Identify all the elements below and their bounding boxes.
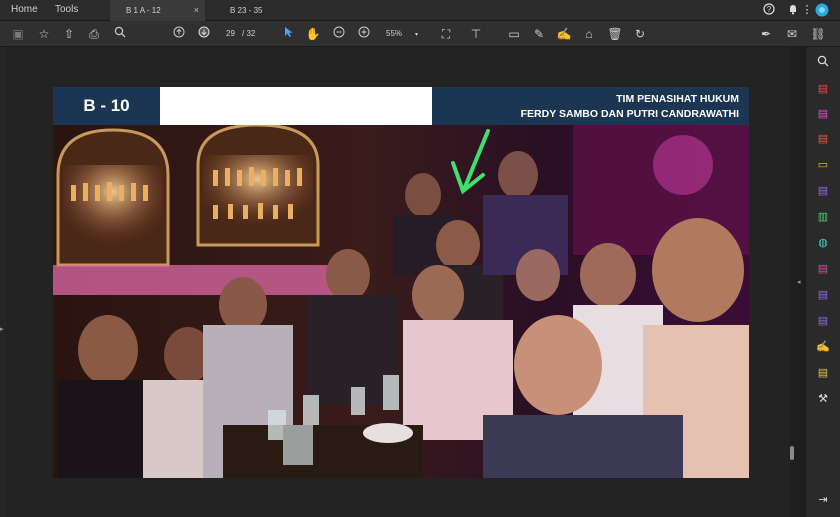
toolbar: ▣ ☆ ⇧ ⎙ 29 / 32 ✋ 55% ▾ ⛶ ⊤ ▭ ✎ ✍ ⌂ 🗑 ↻ …	[0, 21, 840, 47]
edit-pdf-icon[interactable]: ▤	[815, 106, 831, 122]
header-title: TIM PENASIHAT HUKUM FERDY SAMBO DAN PUTR…	[432, 87, 749, 125]
current-page-field[interactable]: 29	[226, 29, 235, 38]
print-icon[interactable]: ⎙	[86, 26, 102, 42]
close-icon[interactable]: ×	[194, 0, 199, 21]
svg-text:?: ?	[767, 5, 772, 14]
edit-sign-icon[interactable]: ✒	[758, 26, 774, 42]
tag-icon[interactable]: ⌂	[581, 26, 597, 42]
comment-icon[interactable]: ▭	[815, 157, 831, 173]
sign-icon[interactable]: ✍	[556, 26, 572, 42]
pen-icon[interactable]: ✎	[531, 26, 547, 42]
cursor-icon[interactable]	[281, 26, 297, 42]
total-pages: / 32	[242, 29, 256, 38]
page-up-icon[interactable]	[171, 26, 187, 42]
mail-icon[interactable]: ✉	[784, 26, 800, 42]
tab-document-1[interactable]: B 1 A - 12 ×	[110, 0, 205, 21]
menu-icon[interactable]: ⋮	[800, 3, 814, 17]
header-blank-box	[160, 87, 432, 125]
top-menu-bar: Home Tools B 1 A - 12 × B 23 - 35 ? ⋮	[0, 0, 840, 21]
organize-icon[interactable]: ▥	[815, 209, 831, 225]
upload-icon[interactable]: ⇧	[61, 26, 77, 42]
nav-tools[interactable]: Tools	[55, 4, 78, 15]
bar-photo	[53, 125, 749, 478]
bell-icon[interactable]	[786, 3, 800, 17]
tab-label: B 1 A - 12	[126, 6, 161, 15]
search-icon[interactable]	[815, 55, 831, 71]
zoom-minus-icon[interactable]	[331, 26, 347, 42]
zoom-out-search-icon[interactable]	[112, 26, 128, 42]
embedded-photo	[53, 125, 749, 478]
right-tools-rail: ▤ ▤ ▤ ▭ ▤ ▥ ◍ ▤ ▤ ▤ ✍ ▤ ⚒ ⇥	[805, 47, 840, 517]
account-avatar[interactable]	[815, 3, 829, 17]
star-icon[interactable]: ☆	[36, 26, 52, 42]
compress-icon[interactable]: ◍	[815, 235, 831, 251]
page-down-icon[interactable]	[196, 26, 212, 42]
rotate-icon[interactable]: ↻	[632, 26, 648, 42]
nav-home[interactable]: Home	[11, 4, 38, 15]
zoom-plus-icon[interactable]	[356, 26, 372, 42]
crop-icon[interactable]: ⛶	[438, 26, 454, 42]
fill-sign-icon[interactable]: ✍	[815, 339, 831, 355]
stamp-icon[interactable]: ▤	[815, 365, 831, 381]
tools-icon[interactable]: ⚒	[815, 391, 831, 407]
sign-icon[interactable]: ▤	[815, 313, 831, 329]
save-icon[interactable]: ▣	[10, 26, 26, 42]
hand-icon[interactable]: ✋	[305, 26, 321, 42]
collapse-right-icon[interactable]: ◂	[797, 278, 801, 286]
trash-icon[interactable]: 🗑	[607, 26, 623, 42]
slide-code: B - 10	[53, 87, 160, 125]
pdf-page: B - 10 TIM PENASIHAT HUKUM FERDY SAMBO D…	[53, 87, 749, 478]
header-line-2: FERDY SAMBO DAN PUTRI CANDRAWATHI	[520, 108, 739, 120]
zoom-level-select[interactable]: 55%	[386, 29, 402, 38]
create-pdf-icon[interactable]: ▤	[815, 131, 831, 147]
scrollbar-thumb[interactable]	[790, 446, 794, 460]
comment-icon[interactable]: ▭	[506, 26, 522, 42]
combine-icon[interactable]: ▤	[815, 183, 831, 199]
export-pdf-icon[interactable]: ▤	[815, 81, 831, 97]
tab-label: B 23 - 35	[230, 6, 263, 15]
protect-icon[interactable]: ▤	[815, 287, 831, 303]
link-icon[interactable]: ⛓	[810, 26, 826, 42]
redact-icon[interactable]: ▤	[815, 261, 831, 277]
chevron-down-icon[interactable]: ▾	[415, 31, 418, 38]
help-icon[interactable]: ?	[762, 3, 776, 17]
collapse-icon[interactable]: ⇥	[815, 492, 831, 508]
expand-left-icon[interactable]: ▸	[0, 325, 4, 333]
tab-document-2[interactable]: B 23 - 35	[222, 0, 312, 21]
stamp-icon[interactable]: ⊤	[468, 26, 484, 42]
header-line-1: TIM PENASIHAT HUKUM	[616, 93, 739, 105]
